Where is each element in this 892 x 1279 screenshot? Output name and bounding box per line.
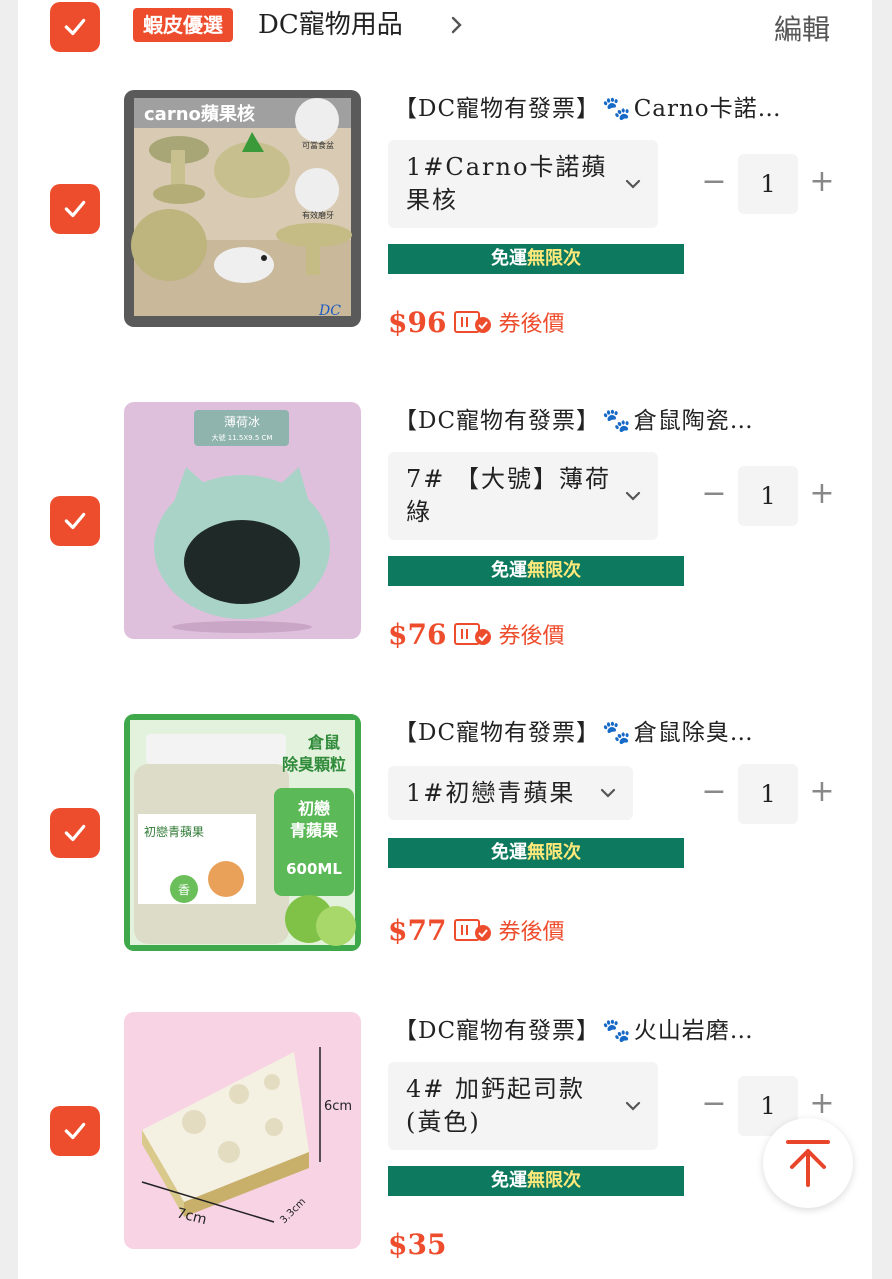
increase-button[interactable]: + bbox=[808, 777, 836, 807]
item-select-checkbox[interactable] bbox=[50, 184, 100, 234]
paw-icon: 🐾 bbox=[602, 408, 632, 434]
decrease-button[interactable]: − bbox=[700, 167, 728, 197]
product-image[interactable]: 初戀青蘋果 香 倉鼠 除臭顆粒 初戀 青蘋果 600ML bbox=[124, 714, 361, 951]
svg-text:有效磨牙: 有效磨牙 bbox=[302, 210, 334, 220]
variant-selector[interactable]: 4# 加鈣起司款(黃色) bbox=[388, 1062, 658, 1150]
variant-selector[interactable]: 1#初戀青蘋果 bbox=[388, 766, 633, 820]
variant-selector[interactable]: 1#Carno卡諾蘋果核 bbox=[388, 140, 658, 228]
price-row: $77 券後價 bbox=[388, 910, 564, 950]
check-icon bbox=[64, 1122, 86, 1140]
price-row: $96 券後價 bbox=[388, 302, 564, 342]
arrow-up-icon bbox=[786, 1140, 830, 1187]
back-to-top-button[interactable] bbox=[763, 1118, 853, 1208]
free-shipping-banner: 免運無限次 bbox=[388, 244, 684, 274]
item-select-checkbox[interactable] bbox=[50, 496, 100, 546]
quantity-stepper: − 1 + bbox=[700, 154, 840, 214]
chevron-down-icon bbox=[625, 491, 641, 501]
price: $77 bbox=[388, 913, 447, 947]
check-icon bbox=[64, 18, 86, 36]
chevron-down-icon bbox=[625, 179, 641, 189]
svg-text:大號 11.5X9.5 CM: 大號 11.5X9.5 CM bbox=[212, 433, 273, 442]
quantity-stepper: − 1 + bbox=[700, 764, 840, 824]
svg-text:初戀: 初戀 bbox=[298, 799, 330, 818]
quantity-stepper: − 1 + bbox=[700, 466, 840, 526]
free-shipping-banner: 免運無限次 bbox=[388, 556, 684, 586]
product-title[interactable]: 【DC寵物有發票】🐾倉鼠陶瓷… bbox=[394, 402, 754, 440]
variant-selector[interactable]: 7# 【大號】薄荷綠 bbox=[388, 452, 658, 540]
product-title[interactable]: 【DC寵物有發票】🐾倉鼠除臭… bbox=[394, 714, 754, 752]
product-title[interactable]: 【DC寵物有發票】🐾火山岩磨… bbox=[394, 1012, 754, 1050]
check-icon bbox=[64, 200, 86, 218]
chevron-right-icon[interactable] bbox=[448, 12, 466, 38]
price-note: 券後價 bbox=[498, 624, 565, 649]
product-image[interactable]: carno蘋果核 可當食盆 有效磨牙 DC bbox=[124, 90, 361, 327]
product-title[interactable]: 【DC寵物有發票】🐾Carno卡諾… bbox=[394, 90, 782, 128]
increase-button[interactable]: + bbox=[808, 167, 836, 197]
svg-text:DC: DC bbox=[318, 303, 341, 319]
free-shipping-banner: 免運無限次 bbox=[388, 1166, 684, 1196]
edit-button[interactable]: 編輯 bbox=[774, 8, 830, 48]
check-icon bbox=[64, 512, 86, 530]
coupon-icon bbox=[454, 623, 492, 645]
cart-item: 6cm 7cm 3.3cm 【DC寵物有發票】🐾火山岩磨… 4# 加鈣起司款(黃… bbox=[0, 1012, 892, 1279]
shop-name[interactable]: DC寵物用品 bbox=[258, 6, 403, 44]
svg-text:600ML: 600ML bbox=[286, 860, 342, 878]
price-row: $35 bbox=[388, 1224, 446, 1264]
decrease-button[interactable]: − bbox=[700, 479, 728, 509]
cart-item: 初戀青蘋果 香 倉鼠 除臭顆粒 初戀 青蘋果 600ML 【DC寵物有發票】🐾倉… bbox=[0, 714, 892, 994]
item-select-checkbox[interactable] bbox=[50, 808, 100, 858]
price-note: 券後價 bbox=[498, 920, 565, 945]
coupon-icon bbox=[454, 919, 492, 941]
quantity-input[interactable]: 1 bbox=[738, 466, 798, 526]
shop-badge: 蝦皮優選 bbox=[133, 8, 233, 42]
price: $96 bbox=[388, 305, 447, 339]
decrease-button[interactable]: − bbox=[700, 777, 728, 807]
svg-text:青蘋果: 青蘋果 bbox=[290, 821, 338, 840]
svg-text:6cm: 6cm bbox=[324, 1099, 352, 1114]
shop-select-checkbox[interactable] bbox=[50, 2, 100, 52]
shop-header: 蝦皮優選 DC寵物用品 編輯 bbox=[0, 0, 892, 56]
item-select-checkbox[interactable] bbox=[50, 1106, 100, 1156]
cart-item: carno蘋果核 可當食盆 有效磨牙 DC 【DC寵物有發票】🐾Carno卡諾…… bbox=[0, 90, 892, 370]
price: $35 bbox=[388, 1227, 447, 1261]
cart-item: 薄荷冰 大號 11.5X9.5 CM 【DC寵物有發票】🐾倉鼠陶瓷… 7# 【大… bbox=[0, 402, 892, 682]
svg-text:可當食盆: 可當食盆 bbox=[302, 140, 334, 150]
product-image[interactable]: 6cm 7cm 3.3cm bbox=[124, 1012, 361, 1249]
chevron-down-icon bbox=[625, 1101, 641, 1111]
paw-icon: 🐾 bbox=[602, 96, 632, 122]
chevron-down-icon bbox=[600, 788, 616, 798]
quantity-input[interactable]: 1 bbox=[738, 154, 798, 214]
price-row: $76 券後價 bbox=[388, 614, 564, 654]
price: $76 bbox=[388, 617, 447, 651]
image-title: carno蘋果核 bbox=[144, 103, 255, 125]
paw-icon: 🐾 bbox=[602, 720, 632, 746]
product-image[interactable]: 薄荷冰 大號 11.5X9.5 CM bbox=[124, 402, 361, 639]
free-shipping-banner: 免運無限次 bbox=[388, 838, 684, 868]
increase-button[interactable]: + bbox=[808, 1089, 836, 1119]
paw-icon: 🐾 bbox=[602, 1018, 632, 1044]
svg-text:除臭顆粒: 除臭顆粒 bbox=[282, 755, 346, 774]
svg-text:香: 香 bbox=[178, 883, 190, 897]
svg-text:薄荷冰: 薄荷冰 bbox=[224, 414, 260, 429]
price-note: 券後價 bbox=[498, 312, 565, 337]
quantity-input[interactable]: 1 bbox=[738, 764, 798, 824]
svg-text:初戀青蘋果: 初戀青蘋果 bbox=[144, 824, 204, 839]
decrease-button[interactable]: − bbox=[700, 1089, 728, 1119]
check-icon bbox=[64, 824, 86, 842]
increase-button[interactable]: + bbox=[808, 479, 836, 509]
svg-text:倉鼠: 倉鼠 bbox=[307, 733, 340, 752]
coupon-icon bbox=[454, 311, 492, 333]
